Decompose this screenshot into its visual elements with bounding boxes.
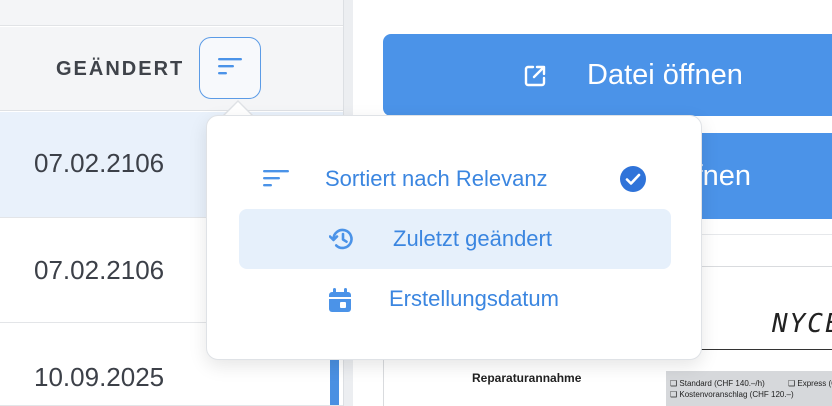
document-option: ❑ Kostenvoranschlag (CHF 120.–)	[670, 390, 794, 399]
row-date: 07.02.2106	[34, 255, 165, 285]
document-option: ❑ Standard (CHF 140.–/h)	[670, 379, 765, 388]
list-header: GEÄNDERT	[0, 27, 343, 111]
sort-menu: Sortiert nach Relevanz Zuletzt geändert	[206, 115, 702, 360]
open-file-button[interactable]: Datei öffnen	[383, 34, 832, 116]
list-top-strip	[0, 0, 343, 26]
history-icon	[328, 227, 355, 256]
checkmark-icon	[619, 165, 647, 198]
open-file-label: Datei öffnen	[587, 59, 743, 91]
sort-button[interactable]	[199, 37, 261, 99]
column-header-modified[interactable]: GEÄNDERT	[56, 58, 184, 80]
menu-item-label: Erstellungsdatum	[389, 286, 559, 311]
document-logo: NYCE	[772, 309, 832, 339]
sort-option-creation-date[interactable]: Erstellungsdatum	[239, 269, 671, 329]
menu-item-label: Sortiert nach Relevanz	[325, 166, 548, 191]
row-date: 07.02.2106	[34, 148, 165, 178]
sort-option-relevance[interactable]: Sortiert nach Relevanz	[239, 149, 671, 209]
sort-icon	[218, 57, 242, 80]
sort-icon	[263, 167, 289, 194]
open-external-icon	[523, 64, 547, 93]
document-heading: Reparaturannahme	[472, 371, 582, 385]
document-option: ❑ Express (CHF	[788, 379, 832, 388]
row-date: 10.09.2025	[34, 362, 165, 392]
document-options-box: ❑ Standard (CHF 140.–/h) ❑ Kostenvoransc…	[666, 371, 832, 406]
sort-option-last-modified[interactable]: Zuletzt geändert	[239, 209, 671, 269]
menu-item-label: Zuletzt geändert	[393, 226, 552, 251]
calendar-icon	[327, 287, 353, 318]
